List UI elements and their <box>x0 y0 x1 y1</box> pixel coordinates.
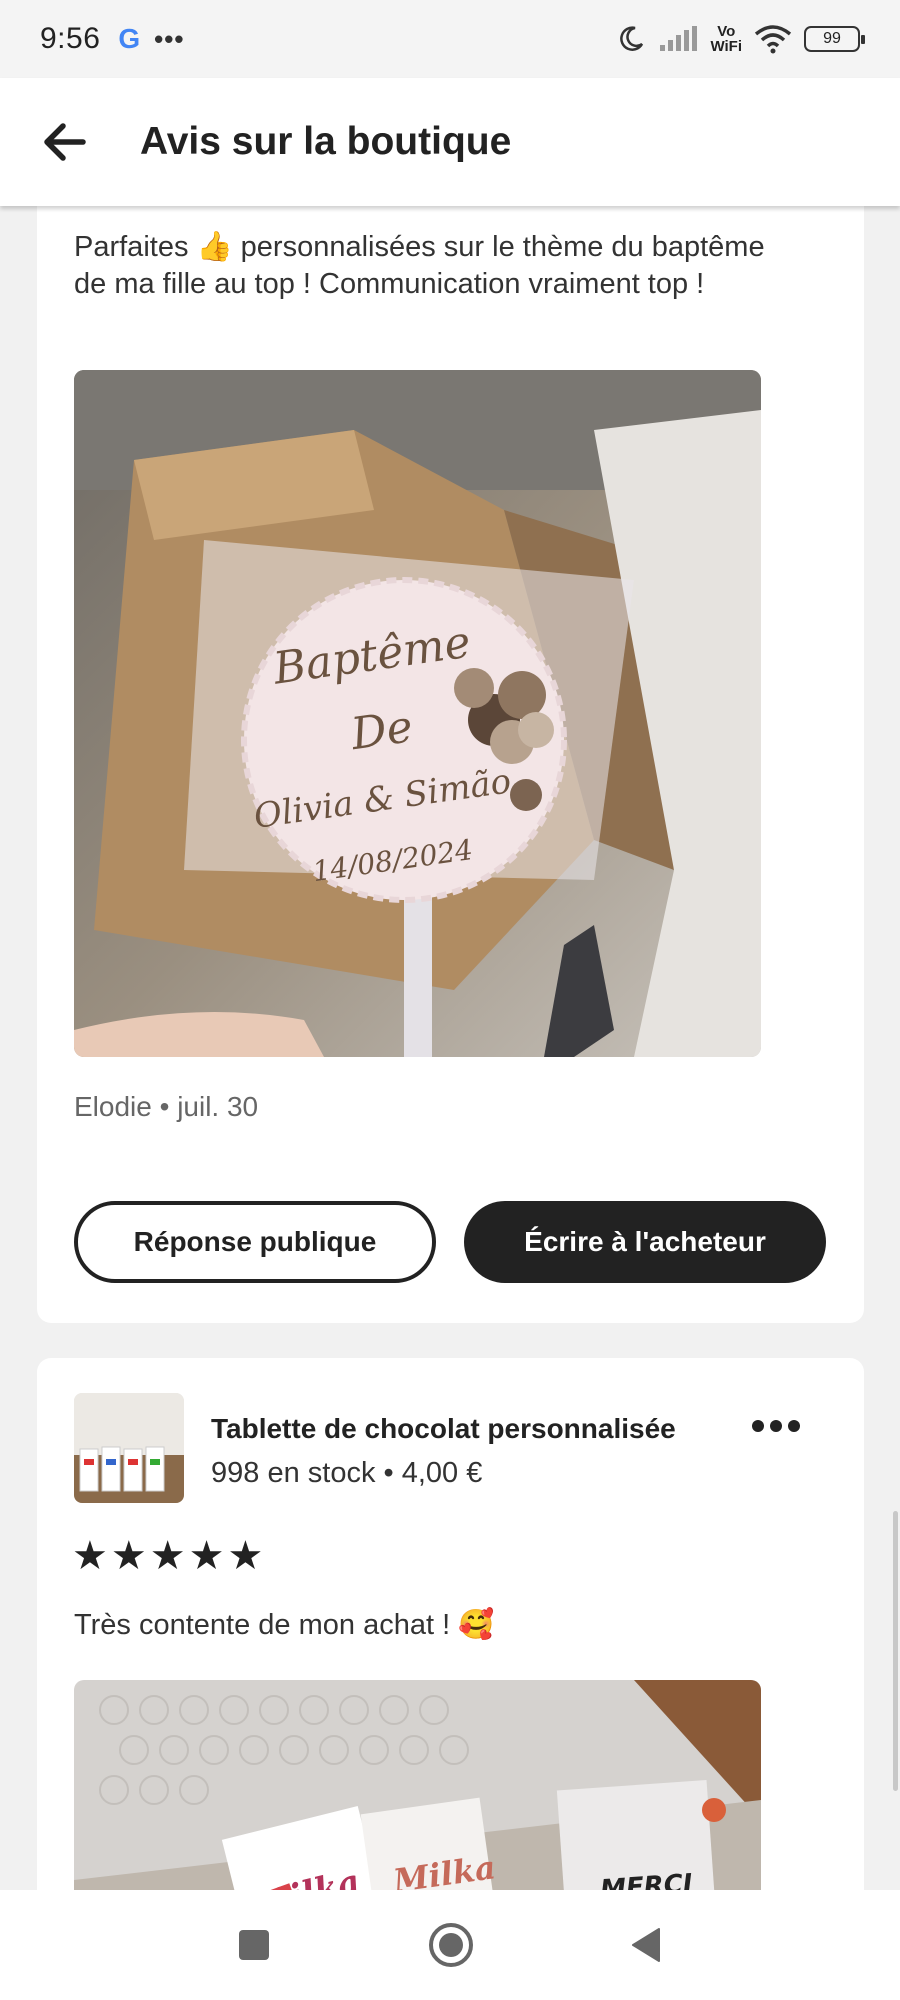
signal-icon <box>660 26 698 51</box>
more-options-button[interactable] <box>751 1408 801 1442</box>
photo-text-line2: De <box>347 701 416 760</box>
square-icon <box>239 1930 269 1960</box>
home-button[interactable] <box>428 1922 474 1968</box>
write-buyer-button[interactable]: Écrire à l'acheteur <box>464 1201 826 1283</box>
public-reply-button[interactable]: Réponse publique <box>74 1201 436 1283</box>
review-photo[interactable]: Baptême De Olivia & Simão 14/08/2024 <box>74 370 761 1057</box>
star-rating: ★★★★★ <box>72 1534 267 1578</box>
scrollbar[interactable] <box>893 1511 898 1791</box>
reviewer-info: Elodie • juil. 30 <box>74 1091 259 1122</box>
google-icon: G <box>118 23 141 54</box>
reviews-list[interactable]: Parfaites 👍 personnalisées sur le thème … <box>0 206 900 1890</box>
status-icons: Vo WiFi 99 <box>616 24 865 54</box>
chocolate-photo-image: Milka Milka MERCI <box>74 1680 761 1890</box>
more-horizontal-icon <box>752 1420 800 1432</box>
review-card: Tablette de chocolat personnalisée 998 e… <box>37 1358 864 1890</box>
app-header: Avis sur la boutique <box>0 78 900 206</box>
circle-icon <box>429 1923 473 1967</box>
triangle-back-icon <box>632 1928 660 1962</box>
status-bar: 9:56 G ••• Vo WiFi 99 <box>0 0 900 78</box>
more-notifications-icon: ••• <box>154 23 185 54</box>
review-photo[interactable]: Milka Milka MERCI <box>74 1680 761 1890</box>
recents-button[interactable] <box>234 1925 274 1965</box>
review-card: Parfaites 👍 personnalisées sur le thème … <box>37 206 864 1323</box>
product-meta: 998 en stock • 4,00 € <box>211 1457 483 1489</box>
lollipop-photo-image: Baptême De Olivia & Simão 14/08/2024 <box>74 370 761 1057</box>
wifi-icon <box>754 25 792 54</box>
review-text: Parfaites 👍 personnalisées sur le thème … <box>74 231 765 300</box>
moon-icon <box>620 26 644 51</box>
vowifi-indicator: Vo WiFi <box>710 24 742 54</box>
vowifi-top: Vo <box>717 23 736 40</box>
product-title[interactable]: Tablette de chocolat personnalisée <box>211 1413 731 1445</box>
vowifi-bottom: WiFi <box>710 38 742 55</box>
system-back-button[interactable] <box>626 1925 666 1965</box>
back-button[interactable] <box>32 110 96 174</box>
page-title: Avis sur la boutique <box>140 120 512 163</box>
review-text: Très contente de mon achat ! 🥰 <box>74 1609 495 1641</box>
status-time: 9:56 <box>40 22 101 55</box>
product-thumbnail-image <box>74 1393 184 1503</box>
battery-icon: 99 <box>804 26 865 52</box>
system-nav-bar <box>0 1890 900 2000</box>
product-thumbnail[interactable] <box>74 1393 184 1503</box>
arrow-left-icon <box>44 123 86 161</box>
